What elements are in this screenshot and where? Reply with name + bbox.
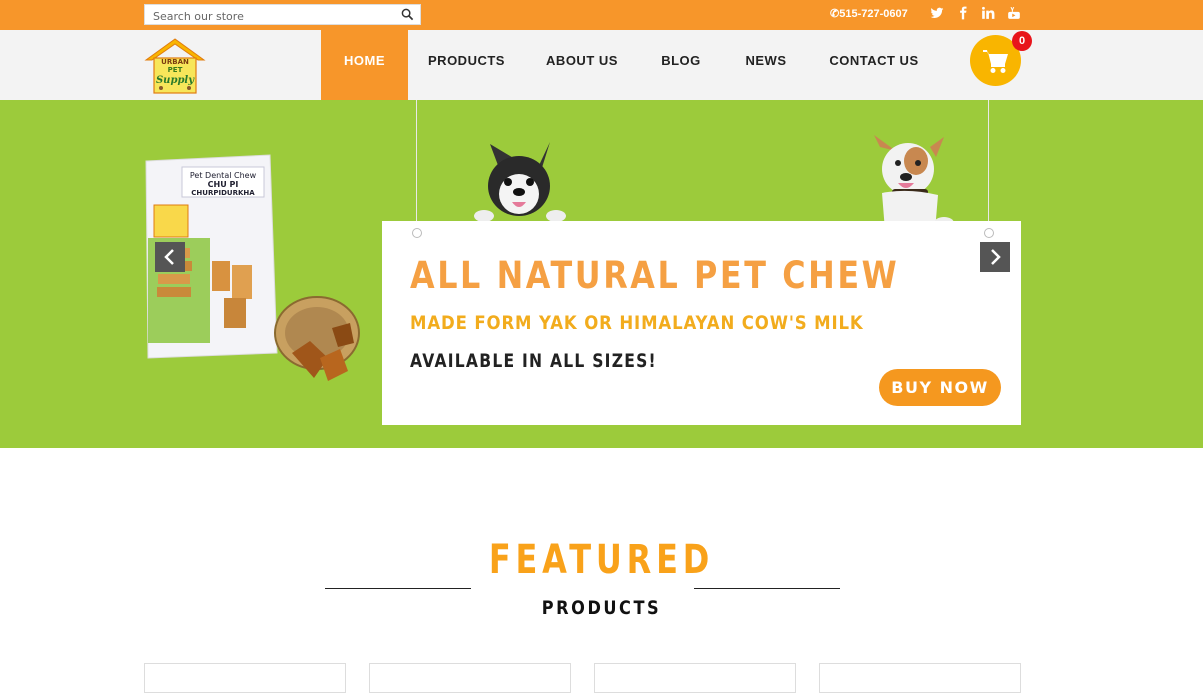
heading-divider-right bbox=[694, 588, 840, 589]
search-box bbox=[144, 4, 421, 26]
pet-chew-package-image: Pet Dental Chew CHU PI CHURPIDURKHA bbox=[145, 154, 360, 381]
cart-count-badge: 0 bbox=[1012, 31, 1032, 51]
hanging-ring bbox=[412, 228, 422, 238]
hanging-string bbox=[416, 100, 417, 232]
search-input[interactable] bbox=[145, 7, 395, 26]
slider-prev-button[interactable] bbox=[155, 242, 185, 272]
nav-contact-us[interactable]: CONTACT US bbox=[821, 30, 927, 100]
nav-blog[interactable]: BLOG bbox=[653, 30, 709, 100]
product-card[interactable] bbox=[819, 663, 1021, 693]
urban-pet-supply-logo[interactable]: URBAN PET Supply bbox=[144, 38, 206, 94]
hero-availability-text: AVAILABLE IN ALL SIZES! bbox=[410, 350, 657, 372]
svg-text:Supply: Supply bbox=[156, 75, 195, 86]
svg-text:URBAN: URBAN bbox=[161, 58, 189, 66]
product-card[interactable] bbox=[144, 663, 346, 693]
chevron-left-icon bbox=[164, 249, 174, 265]
cart-icon bbox=[983, 50, 1008, 73]
buy-now-button[interactable]: BUY NOW bbox=[879, 369, 1001, 406]
hanging-ring bbox=[984, 228, 994, 238]
phone-icon: ✆ bbox=[830, 8, 840, 20]
twitter-icon[interactable] bbox=[930, 6, 944, 20]
slider-next-button[interactable] bbox=[980, 242, 1010, 272]
svg-text:CHU PI: CHU PI bbox=[208, 180, 239, 189]
facebook-icon[interactable] bbox=[956, 6, 970, 20]
phone-number[interactable]: ✆515-727-0607 bbox=[830, 7, 908, 20]
nav-about-us[interactable]: ABOUT US bbox=[537, 30, 627, 100]
svg-text:CHURPIDURKHA: CHURPIDURKHA bbox=[191, 189, 255, 197]
linkedin-icon[interactable] bbox=[981, 6, 995, 20]
hero-title: ALL NATURAL PET CHEW bbox=[410, 254, 900, 297]
french-bulldog-image bbox=[474, 142, 566, 222]
nav-products[interactable]: PRODUCTS bbox=[420, 30, 513, 100]
search-icon[interactable] bbox=[401, 8, 414, 21]
svg-text:Pet Dental Chew: Pet Dental Chew bbox=[190, 171, 257, 180]
product-card[interactable] bbox=[369, 663, 571, 693]
nav-news[interactable]: NEWS bbox=[738, 30, 794, 100]
featured-heading: FEATURED bbox=[488, 537, 715, 583]
featured-subheading: PRODUCTS bbox=[541, 597, 662, 619]
nav-home[interactable]: HOME bbox=[321, 30, 408, 100]
chevron-right-icon bbox=[991, 249, 1001, 265]
youtube-icon[interactable] bbox=[1007, 6, 1021, 20]
heading-divider-left bbox=[325, 588, 471, 589]
product-card[interactable] bbox=[594, 663, 796, 693]
svg-text:PET: PET bbox=[168, 66, 183, 74]
hero-subtitle: MADE FORM YAK OR HIMALAYAN COW'S MILK bbox=[410, 312, 864, 334]
hanging-string bbox=[988, 100, 989, 232]
